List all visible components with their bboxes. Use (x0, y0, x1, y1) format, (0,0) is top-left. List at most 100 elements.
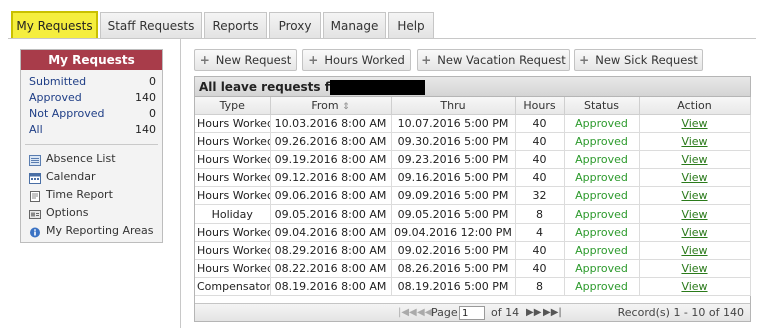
sidebar-link-calendar[interactable]: Calendar (21, 168, 162, 186)
tab-label: Staff Requests (107, 19, 195, 33)
tab-staff-requests[interactable]: Staff Requests (100, 12, 202, 39)
sidebar-link-label: Time Report (46, 188, 113, 201)
main-panel: + New Request + Hours Worked + New Vacation… (180, 38, 756, 328)
cell-action: View (639, 150, 751, 170)
cell-hours: 40 (515, 114, 565, 133)
cell-hours: 4 (515, 223, 565, 242)
table-row: Compensatory 08.19.2016 8:00 AM 08.19.2016… (195, 277, 751, 297)
cell-thru: 10.07.2016 5:00 PM (391, 114, 516, 133)
cell-hours: 32 (515, 186, 565, 206)
calendar-icon (29, 172, 41, 184)
cell-type: Hours Worked (195, 186, 271, 206)
sidebar-item-all[interactable]: All 140 (21, 122, 162, 138)
cell-thru: 09.09.2016 5:00 PM (391, 186, 516, 206)
cell-thru: 08.19.2016 5:00 PM (391, 277, 516, 297)
view-link[interactable]: View (681, 226, 707, 239)
tab-manage[interactable]: Manage (323, 12, 386, 39)
cell-hours: 8 (515, 204, 565, 224)
tab-my-requests[interactable]: My Requests (11, 11, 98, 39)
sidebar-item-label: Submitted (29, 75, 87, 88)
cell-from: 09.19.2016 8:00 AM (270, 150, 392, 170)
tab-proxy[interactable]: Proxy (269, 12, 321, 39)
sidebar-item-submitted[interactable]: Submitted 0 (21, 74, 162, 90)
sidebar-item-not-approved[interactable]: Not Approved 0 (21, 106, 162, 122)
cell-type: Hours Worked (195, 150, 271, 170)
sidebar-divider (25, 144, 158, 145)
plus-icon: + (421, 53, 432, 67)
column-header-thru[interactable]: Thru (391, 97, 516, 115)
cell-type: Hours Worked (195, 241, 271, 261)
leave-requests-table: Type From ⇕ Thru Hours Status Action Hou… (195, 97, 751, 297)
cell-from: 09.05.2016 8:00 AM (270, 204, 392, 224)
button-label: New Sick Request (595, 53, 698, 67)
button-label: Hours Worked (324, 53, 405, 67)
cell-action: View (639, 132, 751, 151)
table-row: Hours Worked 08.29.2016 8:00 AM 09.02.2016… (195, 241, 751, 261)
sidebar-item-label: All (29, 123, 43, 136)
new-request-button[interactable]: + New Request (194, 49, 297, 71)
cell-from: 09.12.2016 8:00 AM (270, 168, 392, 188)
view-link[interactable]: View (681, 208, 707, 221)
grid-caption-text: All leave requests for (199, 80, 345, 94)
view-link[interactable]: View (681, 244, 707, 257)
next-page-icon[interactable]: ▶▶ (526, 306, 541, 319)
sidebar-item-label: Not Approved (29, 107, 105, 120)
tab-reports[interactable]: Reports (204, 12, 267, 39)
cell-action: View (639, 168, 751, 188)
view-link[interactable]: View (681, 117, 707, 130)
cell-status: Approved (564, 259, 640, 279)
tab-label: Reports (212, 19, 259, 33)
plus-icon: + (579, 53, 590, 67)
column-header-label: From (311, 98, 339, 112)
tab-help[interactable]: Help (388, 12, 434, 39)
sidebar-link-reporting-areas[interactable]: My Reporting Areas (21, 222, 162, 240)
column-header-status[interactable]: Status (564, 97, 640, 115)
new-sick-request-button[interactable]: + New Sick Request (574, 49, 703, 71)
cell-thru: 09.02.2016 5:00 PM (391, 241, 516, 261)
cell-action: View (639, 204, 751, 224)
view-link[interactable]: View (681, 171, 707, 184)
pager: |◀◀ ◀◀ Page of 14 ▶▶ ▶▶| Record(s) 1 - 1… (195, 303, 750, 321)
column-header-label: Hours (523, 98, 556, 112)
column-header-type[interactable]: Type (195, 97, 271, 115)
sidebar-link-label: My Reporting Areas (46, 224, 154, 237)
last-page-icon[interactable]: ▶▶| (543, 306, 562, 319)
table-row: Hours Worked 09.06.2016 8:00 AM 09.09.2016… (195, 186, 751, 206)
cell-status: Approved (564, 204, 640, 224)
new-vacation-request-button[interactable]: + New Vacation Request (417, 49, 570, 71)
column-header-label: Action (677, 98, 712, 112)
sidebar-link-absence-list[interactable]: Absence List (21, 150, 162, 168)
first-page-icon[interactable]: |◀◀ (398, 306, 417, 319)
hours-worked-button[interactable]: + Hours Worked (302, 49, 411, 71)
sidebar-item-approved[interactable]: Approved 140 (21, 90, 162, 106)
view-link[interactable]: View (681, 189, 707, 202)
column-header-from[interactable]: From ⇕ (270, 97, 392, 115)
table-row: Hours Worked 09.26.2016 8:00 AM 09.30.2016… (195, 132, 751, 151)
table-row: Hours Worked 08.22.2016 8:00 AM 08.26.2016… (195, 259, 751, 279)
page-number-input[interactable] (459, 306, 485, 320)
sidebar-link-time-report[interactable]: Time Report (21, 186, 162, 204)
leave-requests-grid: All leave requests for Type From ⇕ Thru … (194, 76, 751, 322)
plus-icon: + (308, 53, 319, 67)
table-row: Hours Worked 09.12.2016 8:00 AM 09.16.2016… (195, 168, 751, 188)
sidebar-link-options[interactable]: Options (21, 204, 162, 222)
cell-action: View (639, 259, 751, 279)
button-label: New Request (215, 53, 292, 67)
view-link[interactable]: View (681, 280, 707, 293)
cell-type: Hours Worked (195, 168, 271, 188)
view-link[interactable]: View (681, 153, 707, 166)
redacted-name (330, 80, 425, 95)
cell-status: Approved (564, 168, 640, 188)
tab-label: Help (397, 19, 425, 33)
table-row: Holiday 09.05.2016 8:00 AM 09.05.2016 5:00… (195, 204, 751, 224)
cell-from: 08.19.2016 8:00 AM (270, 277, 392, 297)
cell-status: Approved (564, 277, 640, 297)
sidebar-item-count: 140 (135, 123, 156, 136)
column-header-label: Type (219, 98, 245, 112)
view-link[interactable]: View (681, 262, 707, 275)
view-link[interactable]: View (681, 135, 707, 148)
column-header-hours[interactable]: Hours (515, 97, 565, 115)
top-tab-bar: My Requests Staff Requests Reports Proxy… (0, 0, 764, 40)
sidebar-link-label: Options (46, 206, 89, 219)
cell-hours: 40 (515, 132, 565, 151)
